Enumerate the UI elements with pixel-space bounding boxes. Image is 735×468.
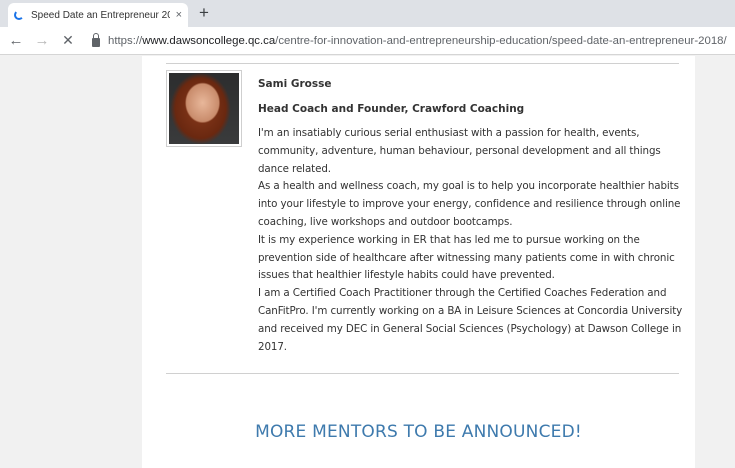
bio-line: I'm an insatiably curious serial enthusi… [258, 127, 661, 175]
divider [166, 373, 679, 374]
mentor-description: I'm an insatiably curious serial enthusi… [258, 125, 688, 356]
divider [166, 63, 679, 64]
content-column: Sami Grosse Head Coach and Founder, Craw… [142, 56, 695, 468]
mentor-name: Sami Grosse [258, 78, 332, 90]
mentor-photo [166, 70, 242, 147]
url-domain: www.dawsoncollege.qc.ca [142, 34, 276, 47]
url-scheme: https:// [108, 34, 143, 47]
web-page: Sami Grosse Head Coach and Founder, Craw… [0, 56, 735, 468]
forward-button[interactable]: → [32, 32, 52, 49]
portrait-image [169, 73, 239, 144]
loading-spinner-icon [14, 10, 24, 20]
url-path: /centre-for-innovation-and-entrepreneurs… [275, 34, 727, 47]
mentor-role: Head Coach and Founder, Crawford Coachin… [258, 103, 525, 115]
tab-close-icon[interactable]: × [176, 9, 182, 21]
bio-line: I am a Certified Coach Practitioner thro… [258, 287, 683, 353]
bio-line: As a health and wellness coach, my goal … [258, 180, 681, 228]
more-mentors-heading: MORE MENTORS TO BE ANNOUNCED! [255, 422, 582, 442]
browser-tab[interactable]: Speed Date an Entrepreneur 2018 × [8, 3, 188, 27]
browser-toolbar: ← → ✕ https://www.dawsoncollege.qc.ca/ce… [0, 27, 735, 55]
mentor-bio: Sami Grosse Head Coach and Founder, Craw… [258, 77, 688, 356]
tab-title: Speed Date an Entrepreneur 2018 [31, 9, 170, 21]
stop-loading-button[interactable]: ✕ [58, 32, 78, 49]
lock-icon[interactable] [92, 32, 100, 47]
bio-line: It is my experience working in ER that h… [258, 233, 675, 282]
back-button[interactable]: ← [6, 32, 26, 49]
new-tab-button[interactable]: + [199, 4, 209, 22]
tab-strip: Speed Date an Entrepreneur 2018 × + [0, 0, 735, 27]
address-bar[interactable]: https://www.dawsoncollege.qc.ca/centre-f… [92, 32, 727, 47]
